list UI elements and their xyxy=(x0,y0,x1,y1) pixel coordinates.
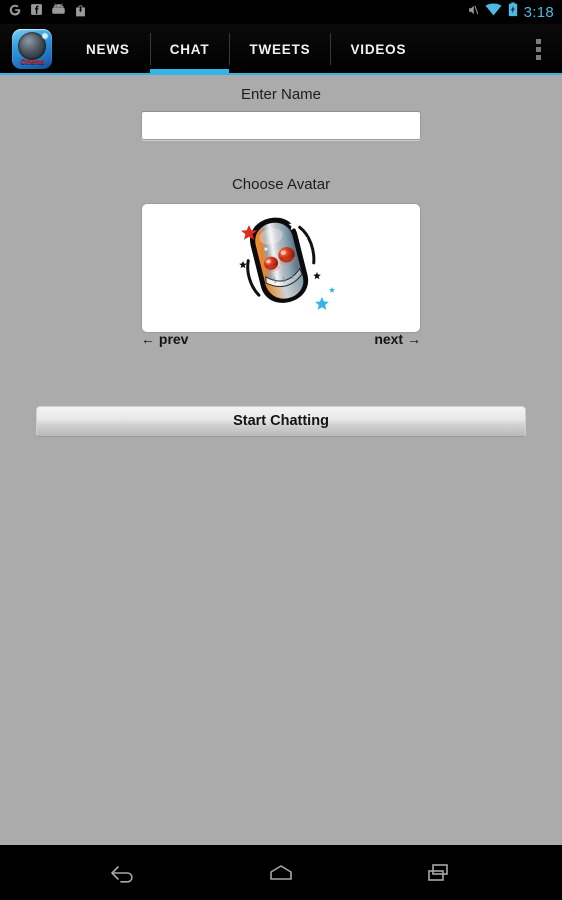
name-input[interactable] xyxy=(141,111,421,140)
recents-button[interactable] xyxy=(411,853,467,893)
app-logo-wordmark: Cinema xyxy=(20,59,44,66)
tab-chat-label: CHAT xyxy=(169,41,210,57)
chat-setup-screen: Enter Name Choose Avatar ← prev next → S… xyxy=(0,75,562,845)
tab-tweets-label: TWEETS xyxy=(249,41,311,57)
tab-bar: NEWS CHAT TWEETS VIDEOS xyxy=(66,24,514,74)
recents-icon xyxy=(428,863,448,881)
home-icon xyxy=(270,864,292,880)
tab-videos-label: VIDEOS xyxy=(350,41,407,57)
tab-news-label: NEWS xyxy=(86,41,130,57)
action-bar: Cinema NEWS CHAT TWEETS VIDEOS xyxy=(0,24,562,74)
home-button[interactable] xyxy=(253,853,309,893)
system-navigation-bar xyxy=(0,845,562,900)
mute-icon xyxy=(465,3,479,22)
tab-chat[interactable]: CHAT xyxy=(149,24,230,74)
tab-news[interactable]: NEWS xyxy=(66,24,150,74)
system-status-icons: 3:18 xyxy=(465,2,554,22)
robot-avatar-icon xyxy=(239,217,336,310)
overflow-menu-icon[interactable] xyxy=(514,24,562,74)
app-logo-icon[interactable]: Cinema xyxy=(12,29,52,69)
android-robot-icon xyxy=(51,3,66,21)
facebook-icon xyxy=(30,3,43,21)
back-arrow-icon xyxy=(111,865,133,883)
status-bar: 3:18 xyxy=(0,0,562,24)
overflow-dot-1 xyxy=(535,38,541,44)
play-store-icon xyxy=(74,3,87,22)
enter-name-label: Enter Name xyxy=(240,86,322,103)
tab-videos[interactable]: VIDEOS xyxy=(330,24,426,74)
avatar-preview-box[interactable] xyxy=(141,203,421,333)
start-chatting-button[interactable]: Start Chatting xyxy=(36,406,526,437)
overflow-dot-3 xyxy=(535,54,541,60)
back-button[interactable] xyxy=(95,853,151,893)
battery-charging-icon xyxy=(508,2,518,22)
android-screen: 3:18 Cinema NEWS CHAT TWEETS VIDEOS Ente… xyxy=(0,0,562,900)
wifi-icon xyxy=(485,3,502,21)
tab-tweets[interactable]: TWEETS xyxy=(229,24,330,74)
next-avatar-button[interactable]: next → xyxy=(374,331,421,347)
notification-icons xyxy=(8,3,87,22)
choose-avatar-label: Choose Avatar xyxy=(231,176,331,193)
prev-avatar-button[interactable]: ← prev xyxy=(141,331,188,347)
avatar-nav-row: ← prev next → xyxy=(141,331,421,347)
google-g-icon xyxy=(8,3,22,22)
overflow-dot-2 xyxy=(535,46,541,52)
status-clock: 3:18 xyxy=(523,3,554,21)
app-logo-glint xyxy=(42,33,48,39)
